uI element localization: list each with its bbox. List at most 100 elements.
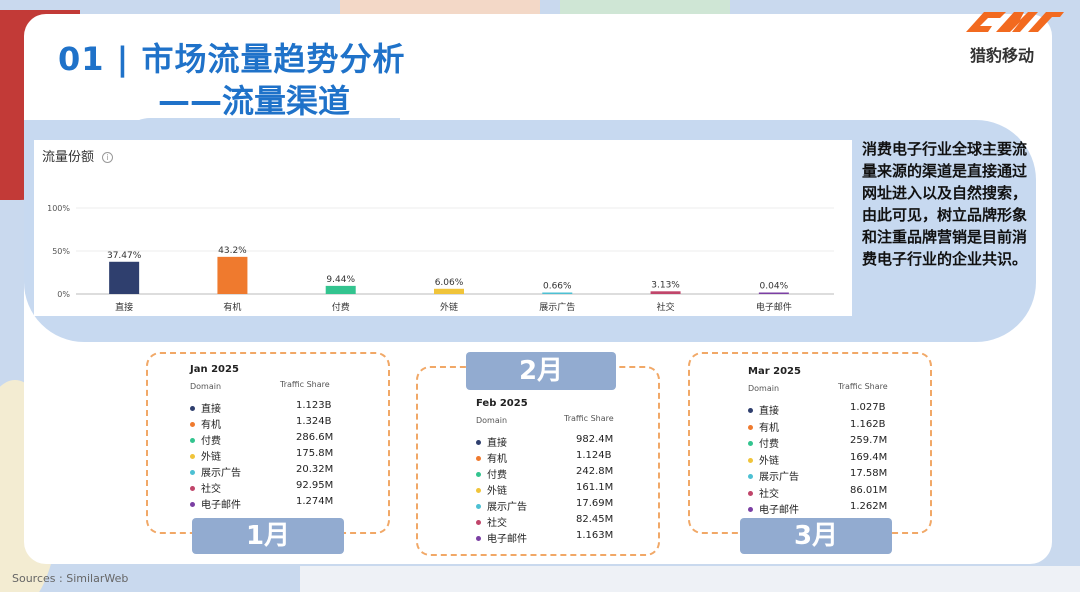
channel-value: 1.162B <box>850 418 886 430</box>
legend-dot-icon <box>190 470 195 475</box>
channel-row: 付费 <box>190 432 221 447</box>
channel-row: 电子邮件 <box>476 530 527 545</box>
chart-title: 流量份额 i <box>42 146 114 165</box>
channel-row: 有机 <box>748 419 779 434</box>
month-label-mar: 3月 <box>740 518 892 554</box>
channel-row: 直接 <box>476 434 507 449</box>
x-tick-label: 电子邮件 <box>756 301 792 313</box>
channel-value: 242.8M <box>576 466 614 477</box>
bar-value-label: 3.13% <box>651 280 680 290</box>
bar[interactable] <box>217 256 248 294</box>
channel-value: 20.32M <box>296 464 334 475</box>
legend-dot-icon <box>190 406 195 411</box>
channel-name: 展示广告 <box>759 472 799 483</box>
month-box-feb: Feb 2025 Domain Traffic Share 直接 982.4M 有机… <box>416 366 660 556</box>
bar-value-label: 37.47% <box>107 251 142 261</box>
side-note: 消费电子行业全球主要流量来源的渠道是直接通过网址进入以及自然搜索，由此可见，树立… <box>862 140 1028 268</box>
channel-row: 有机 <box>476 450 507 465</box>
channel-value: 175.8M <box>296 448 334 459</box>
bar[interactable] <box>542 292 573 295</box>
channel-value: 169.4M <box>850 451 888 463</box>
channel-name: 电子邮件 <box>759 505 799 516</box>
channel-name: 社交 <box>201 484 221 495</box>
bar[interactable] <box>325 285 356 294</box>
channel-value: 259.7M <box>850 435 888 446</box>
col-domain: Domain <box>748 384 780 393</box>
month-title: Jan 2025 <box>190 364 239 375</box>
channel-value: 86.01M <box>850 484 888 496</box>
channel-value: 1.124B <box>576 450 612 461</box>
channel-row: 直接 <box>190 400 221 415</box>
bar[interactable] <box>758 292 789 295</box>
col-traffic-share: Traffic Share <box>564 414 614 423</box>
channel-value: 1.027B <box>850 402 886 413</box>
y-tick-label: 100% <box>47 204 70 213</box>
channel-value: 1.274M <box>296 496 334 507</box>
legend-dot-icon <box>476 520 481 525</box>
col-traffic-share: Traffic Share <box>838 382 888 391</box>
channel-value: 982.4M <box>576 434 614 445</box>
legend-dot-icon <box>748 474 753 479</box>
bar[interactable] <box>434 288 464 294</box>
month-title: Mar 2025 <box>748 366 801 377</box>
x-tick-label: 展示广告 <box>539 301 575 313</box>
channel-name: 外链 <box>759 455 779 467</box>
channel-name: 直接 <box>201 404 221 415</box>
channel-name: 付费 <box>201 436 221 447</box>
channel-name: 展示广告 <box>487 502 527 513</box>
channel-row: 电子邮件 <box>748 501 799 516</box>
bar-value-label: 9.44% <box>326 275 355 285</box>
legend-dot-icon <box>748 490 753 496</box>
decor-peach-strip <box>340 0 540 14</box>
bar[interactable] <box>650 291 681 294</box>
channel-row: 外链 <box>476 482 507 497</box>
channel-name: 直接 <box>759 406 779 417</box>
channel-row: 付费 <box>476 466 507 481</box>
channel-name: 电子邮件 <box>487 534 527 545</box>
channel-value: 1.123B <box>296 400 332 411</box>
channel-name: 直接 <box>487 438 507 449</box>
legend-dot-icon <box>748 424 753 430</box>
channel-name: 有机 <box>201 420 221 431</box>
channel-row: 电子邮件 <box>190 496 241 511</box>
bar-value-label: 0.04% <box>760 282 789 292</box>
channel-row: 直接 <box>748 402 779 417</box>
channel-name: 外链 <box>201 452 221 463</box>
info-icon[interactable]: i <box>102 152 114 163</box>
col-domain: Domain <box>190 382 222 391</box>
bar[interactable] <box>109 261 140 294</box>
legend-dot-icon <box>476 488 481 493</box>
x-tick-label: 付费 <box>332 301 350 313</box>
channel-name: 付费 <box>487 470 507 481</box>
month-title: Feb 2025 <box>476 398 528 409</box>
channel-name: 有机 <box>759 422 779 434</box>
bar-value-label: 43.2% <box>218 246 247 256</box>
channel-name: 外链 <box>487 486 507 497</box>
channel-name: 展示广告 <box>201 468 241 479</box>
legend-dot-icon <box>748 507 753 512</box>
y-tick-label: 50% <box>52 247 70 256</box>
channel-name: 社交 <box>487 518 507 529</box>
legend-dot-icon <box>748 457 753 463</box>
channel-value: 1.262M <box>850 501 888 512</box>
channel-name: 有机 <box>487 454 507 465</box>
month-label-jan: 1月 <box>192 518 344 554</box>
channel-row: 付费 <box>748 435 779 450</box>
legend-dot-icon <box>190 438 195 443</box>
bar-value-label: 0.66% <box>543 282 572 292</box>
x-tick-label: 社交 <box>657 301 675 313</box>
channel-name: 电子邮件 <box>201 500 241 511</box>
bar-value-label: 6.06% <box>435 278 464 288</box>
channel-name: 社交 <box>759 488 779 500</box>
col-domain: Domain <box>476 416 508 425</box>
channel-row: 社交 <box>190 480 221 495</box>
channel-row: 展示广告 <box>190 464 241 479</box>
y-tick-label: 0% <box>57 290 70 299</box>
legend-dot-icon <box>190 422 195 427</box>
brand-logo: 猎豹移动 <box>962 6 1066 65</box>
legend-dot-icon <box>476 504 481 509</box>
channel-value: 82.45M <box>576 514 614 525</box>
channel-row: 外链 <box>190 448 221 463</box>
legend-dot-icon <box>476 536 481 541</box>
channel-value: 17.58M <box>850 468 888 479</box>
